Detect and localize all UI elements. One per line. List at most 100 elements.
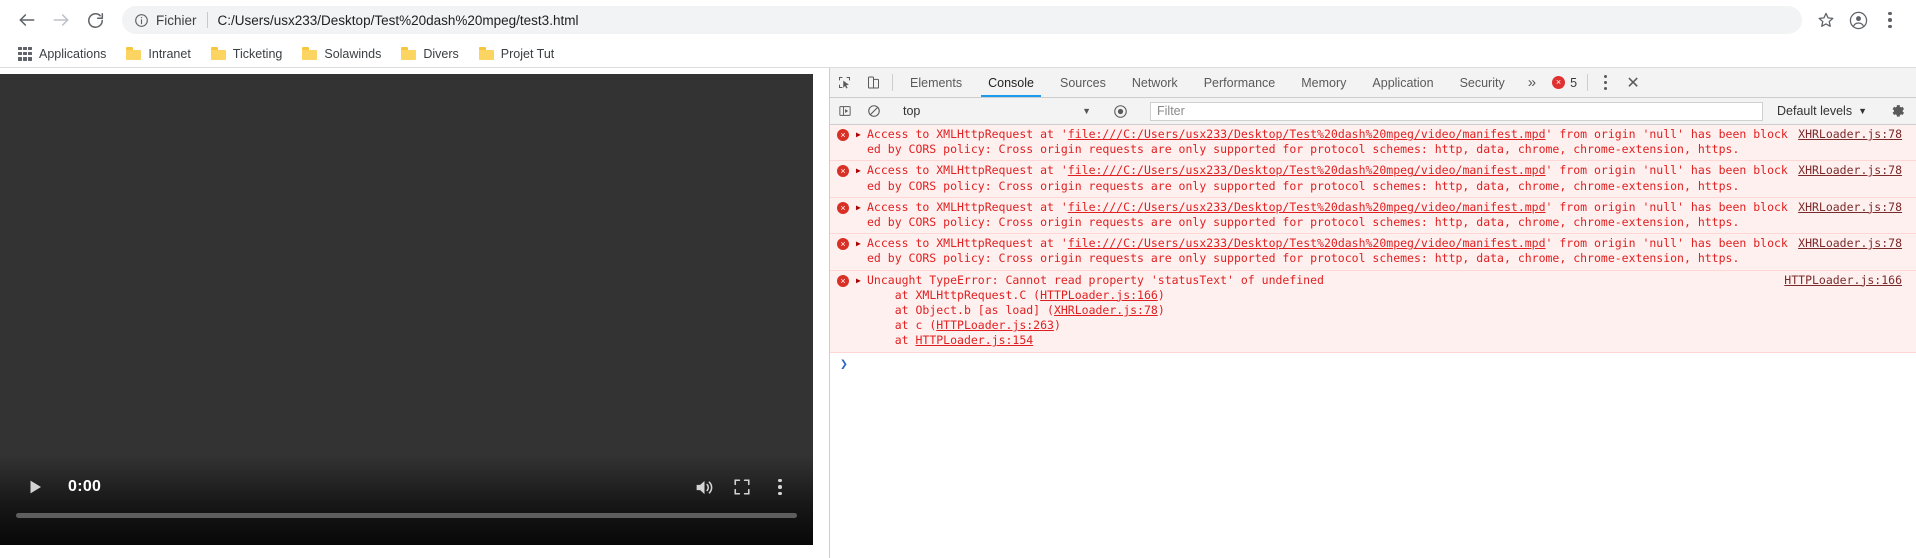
devtools-tabbar: Elements Console Sources Network Perform… — [830, 68, 1916, 98]
live-expression-button[interactable] — [1106, 104, 1135, 119]
bookmarks-bar: Applications Intranet Ticketing Solawind… — [0, 40, 1916, 68]
console-sidebar-icon — [838, 106, 851, 116]
console-message[interactable]: × ▶ Access to XMLHttpRequest at 'file://… — [830, 125, 1916, 162]
message-link[interactable]: file:///C:/Users/usx233/Desktop/Test%20d… — [1068, 163, 1546, 177]
inspect-element-button[interactable] — [830, 68, 859, 97]
bookmark-label: Ticketing — [232, 46, 283, 61]
bookmark-label: Projet Tut — [500, 46, 555, 61]
console-message[interactable]: × ▶ Access to XMLHttpRequest at 'file://… — [830, 161, 1916, 198]
mute-button[interactable] — [685, 468, 723, 506]
fullscreen-button[interactable] — [723, 468, 761, 506]
bookmark-projet-tut[interactable]: Projet Tut — [471, 42, 563, 66]
stack-link[interactable]: HTTPLoader.js:166 — [1040, 288, 1158, 302]
console-exception-message[interactable]: × ▶ Uncaught TypeError: Cannot read prop… — [830, 270, 1916, 353]
content-area: 0:00 Elements Console Sources Network Pe… — [0, 68, 1916, 558]
bookmark-intranet[interactable]: Intranet — [118, 42, 198, 66]
exception-text: Uncaught TypeError: Cannot read property… — [867, 273, 1784, 349]
chrome-menu-button[interactable] — [1874, 4, 1906, 36]
message-source-link[interactable]: XHRLoader.js:78 — [1798, 127, 1916, 142]
forward-button[interactable] — [44, 3, 78, 37]
error-circle-icon: × — [1552, 76, 1566, 89]
message-source-link[interactable]: XHRLoader.js:78 — [1798, 236, 1916, 251]
error-icon: × — [830, 273, 856, 349]
error-count-label: 5 — [1570, 75, 1578, 90]
console-message[interactable]: × ▶ Access to XMLHttpRequest at 'file://… — [830, 197, 1916, 235]
error-count-badge[interactable]: × 5 — [1546, 68, 1583, 97]
console-message-text: Access to XMLHttpRequest at 'file:///C:/… — [867, 236, 1788, 266]
tab-performance[interactable]: Performance — [1191, 68, 1289, 97]
video-options-button[interactable] — [761, 468, 799, 506]
info-circle-icon[interactable] — [134, 13, 149, 28]
folder-icon — [126, 47, 142, 60]
console-message-list[interactable]: × ▶ Access to XMLHttpRequest at 'file://… — [830, 125, 1916, 558]
message-link[interactable]: file:///C:/Users/usx233/Desktop/Test%20d… — [1068, 236, 1546, 250]
error-icon: × — [830, 236, 856, 266]
tab-memory[interactable]: Memory — [1288, 68, 1359, 97]
console-message[interactable]: × ▶ Access to XMLHttpRequest at 'file://… — [830, 234, 1916, 271]
back-arrow-icon — [19, 14, 35, 26]
stack-link[interactable]: XHRLoader.js:78 — [1054, 303, 1158, 317]
error-icon: × — [830, 127, 856, 157]
message-source-link[interactable]: XHRLoader.js:78 — [1798, 163, 1916, 178]
expand-arrow-icon[interactable]: ▶ — [856, 200, 867, 230]
console-sidebar-button[interactable] — [830, 104, 859, 118]
more-tabs-button[interactable]: » — [1518, 68, 1546, 97]
stack-link[interactable]: HTTPLoader.js:263 — [936, 318, 1054, 332]
profile-button[interactable] — [1842, 4, 1874, 36]
forward-arrow-icon — [53, 14, 69, 26]
bookmark-ticketing[interactable]: Ticketing — [203, 42, 291, 66]
clear-console-button[interactable] — [859, 104, 888, 118]
message-link[interactable]: file:///C:/Users/usx233/Desktop/Test%20d… — [1068, 200, 1546, 214]
tab-sources[interactable]: Sources — [1047, 68, 1119, 97]
fullscreen-icon — [734, 479, 750, 495]
play-button[interactable] — [16, 468, 54, 506]
exception-source-link[interactable]: HTTPLoader.js:166 — [1784, 273, 1916, 288]
expand-arrow-icon[interactable]: ▶ — [856, 127, 867, 157]
message-link[interactable]: file:///C:/Users/usx233/Desktop/Test%20d… — [1068, 127, 1546, 141]
stack-frame: at Object.b [as load] (XHRLoader.js:78) — [867, 303, 1165, 318]
kebab-menu-icon — [778, 478, 782, 496]
stack-link[interactable]: HTTPLoader.js:154 — [915, 333, 1033, 347]
console-message-text: Access to XMLHttpRequest at 'file:///C:/… — [867, 127, 1788, 157]
bookmark-star-icon — [1818, 12, 1834, 27]
device-toolbar-button[interactable] — [859, 68, 888, 97]
log-levels-value: Default levels — [1777, 104, 1853, 118]
address-bar[interactable]: Fichier C:/Users/usx233/Desktop/Test%20d… — [122, 6, 1802, 34]
browser-toolbar: Fichier C:/Users/usx233/Desktop/Test%20d… — [0, 0, 1916, 40]
execution-context-select[interactable]: top ▼ — [897, 104, 1097, 118]
video-controls-overlay: 0:00 — [0, 455, 813, 545]
tabbar-divider-2 — [1587, 74, 1589, 91]
filter-input[interactable] — [1150, 101, 1764, 121]
error-icon: × — [830, 163, 856, 193]
close-devtools-button[interactable]: ✕ — [1618, 68, 1648, 97]
tab-elements[interactable]: Elements — [897, 68, 975, 97]
reload-button[interactable] — [78, 3, 112, 37]
web-page-pane: 0:00 — [0, 68, 829, 558]
bookmark-label: Divers — [423, 46, 459, 61]
message-source-link[interactable]: XHRLoader.js:78 — [1798, 200, 1916, 215]
back-button[interactable] — [10, 3, 44, 37]
inspect-element-icon — [839, 77, 850, 89]
tab-console[interactable]: Console — [975, 68, 1047, 97]
folder-icon — [210, 47, 226, 60]
bookmark-solawinds[interactable]: Solawinds — [294, 42, 389, 66]
expand-arrow-icon[interactable]: ▶ — [856, 236, 867, 266]
console-input-prompt[interactable]: ❯ — [830, 352, 1916, 372]
volume-speaker-icon — [696, 480, 712, 494]
expand-arrow-icon[interactable]: ▶ — [856, 163, 867, 193]
video-player[interactable]: 0:00 — [0, 74, 813, 545]
live-expression-icon — [1114, 104, 1127, 118]
tab-security[interactable]: Security — [1447, 68, 1518, 97]
bookmark-star-button[interactable] — [1810, 4, 1842, 36]
video-control-row: 0:00 — [0, 465, 813, 509]
devtools-menu-button[interactable] — [1592, 68, 1618, 97]
folder-icon — [478, 47, 494, 60]
video-progress-bar[interactable] — [16, 513, 797, 518]
bookmark-applications[interactable]: Applications — [10, 42, 114, 66]
bookmark-divers[interactable]: Divers — [393, 42, 466, 66]
tab-application[interactable]: Application — [1359, 68, 1446, 97]
console-settings-button[interactable] — [1884, 104, 1912, 119]
log-levels-select[interactable]: Default levels ▼ — [1769, 104, 1875, 118]
expand-arrow-icon[interactable]: ▶ — [856, 273, 867, 349]
tab-network[interactable]: Network — [1119, 68, 1191, 97]
